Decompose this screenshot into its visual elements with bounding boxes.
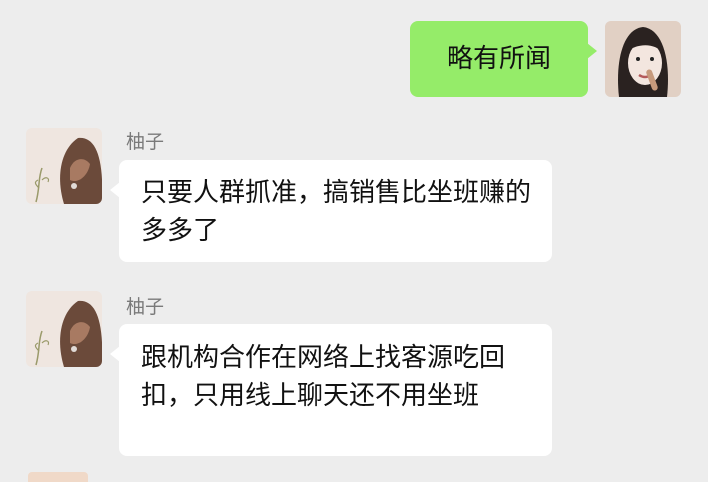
sender-name: 柚子 — [126, 131, 165, 153]
outgoing-message-bubble[interactable]: 略有所闻 — [410, 21, 597, 97]
contact-youzi-avatar-icon[interactable] — [26, 128, 102, 204]
message-text: 只要人群抓准，搞销售比坐班赚的多多了 — [141, 178, 532, 246]
next-avatar-edge — [28, 472, 88, 482]
chat-message-list: 略有所闻 柚子 只要人群抓准，搞销售比坐班赚的多多了 柚子 跟机构合作在网络上找… — [0, 0, 708, 482]
sender-name: 柚子 — [126, 296, 165, 318]
incoming-message-bubble[interactable]: 只要人群抓准，搞销售比坐班赚的多多了 — [110, 160, 552, 262]
incoming-message-bubble[interactable]: 跟机构合作在网络上找客源吃回扣，只用线上聊天还不用坐班 — [110, 324, 552, 456]
message-text: 略有所闻 — [446, 44, 551, 74]
contact-youzi-avatar-icon[interactable] — [26, 291, 102, 367]
user-self-avatar-icon[interactable] — [605, 21, 681, 97]
message-text: 跟机构合作在网络上找客源吃回扣，只用线上聊天还不用坐班 — [141, 343, 506, 411]
